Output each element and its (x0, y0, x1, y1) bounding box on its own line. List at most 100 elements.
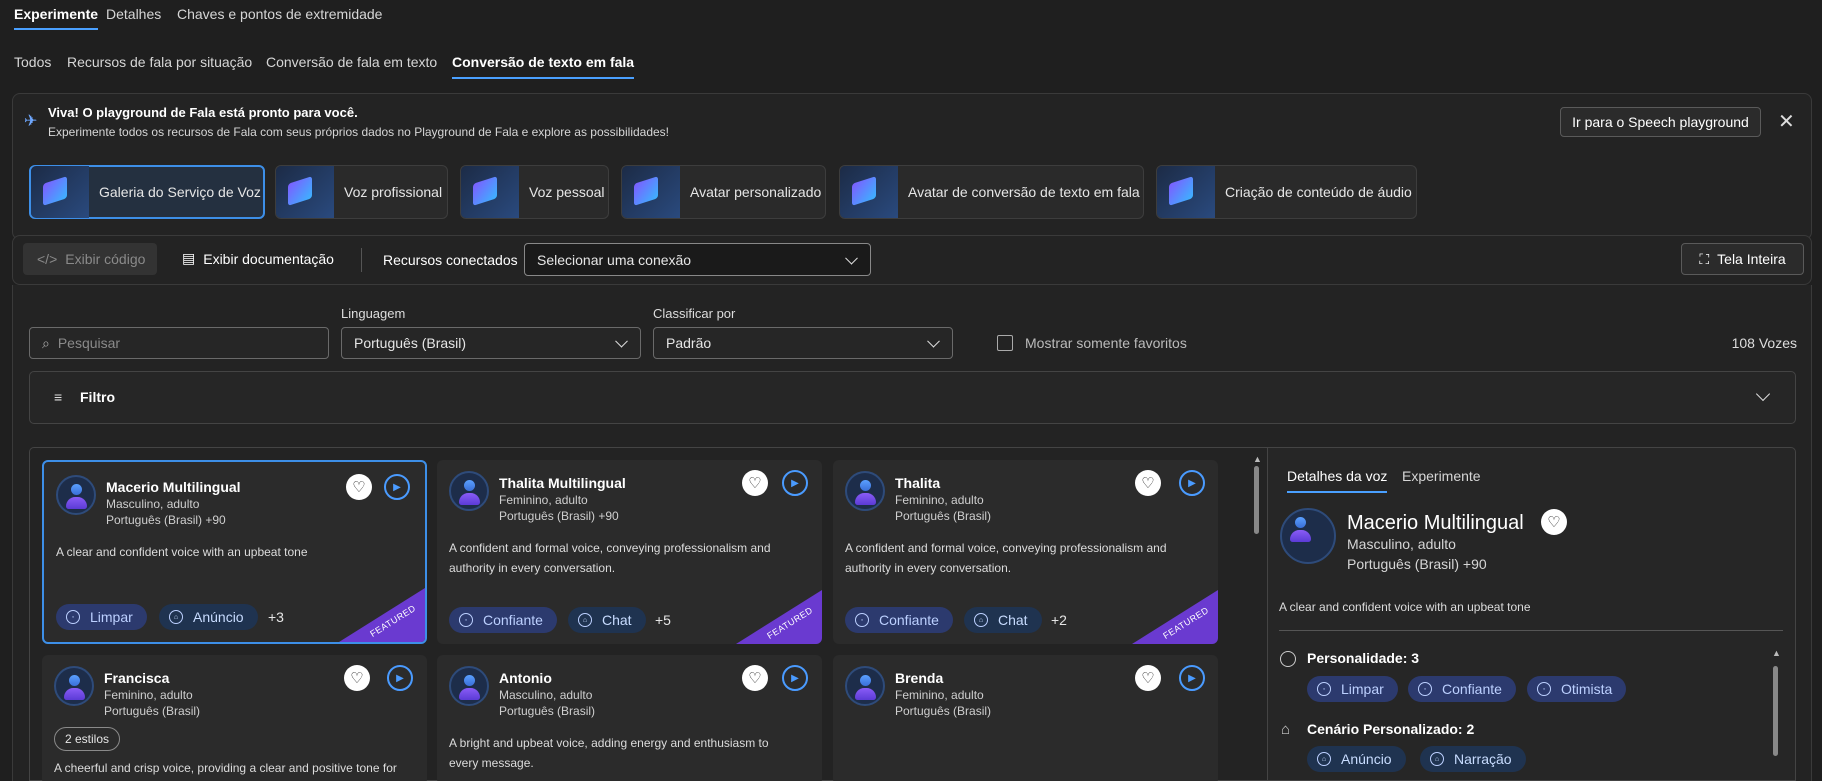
subtab-todos[interactable]: Todos (14, 54, 51, 70)
capability-voz-profissional[interactable]: Voz profissional (275, 165, 448, 219)
featured-label: FEATURED (368, 603, 418, 639)
featured-ribbon: FEATURED (736, 590, 822, 644)
favorite-heart-icon[interactable]: ♡ (742, 665, 768, 691)
code-icon: </> (37, 251, 58, 267)
chevron-down-icon (845, 251, 858, 265)
tab-detalhes[interactable]: Detalhes (106, 6, 161, 22)
voice-name: Antonio (499, 670, 552, 686)
scroll-up-arrow-icon[interactable]: ▲ (1253, 454, 1262, 464)
person-voice-icon: ⌂ (1281, 721, 1291, 738)
voice-locale: Português (Brasil) (104, 704, 201, 718)
capability-label: Avatar personalizado (690, 184, 822, 200)
scrollbar-thumb[interactable] (1254, 466, 1259, 534)
favorite-heart-icon[interactable]: ♡ (1135, 665, 1161, 691)
play-icon[interactable]: ▶ (782, 470, 808, 496)
voice-locale: Português (Brasil) +90 (106, 513, 226, 527)
featured-label: FEATURED (765, 605, 815, 641)
tag-label: Limpar (1341, 681, 1384, 697)
personality-label: Personalidade: 3 (1307, 650, 1420, 666)
tag-label: Limpar (90, 609, 133, 625)
featured-ribbon: FEATURED (1132, 590, 1218, 644)
voz-profissional-thumbnail-icon (276, 166, 334, 218)
capability-criacao-audio[interactable]: Criação de conteúdo de áudio (1156, 165, 1417, 219)
voice-card[interactable]: Thalita Multilingual Feminino, adulto Po… (437, 460, 822, 644)
subtab-texto-fala[interactable]: Conversão de texto em fala (452, 54, 635, 79)
sort-select[interactable]: Padrão (653, 327, 953, 359)
play-icon[interactable]: ▶ (1179, 665, 1205, 691)
voice-name: Brenda (895, 670, 944, 686)
voice-card[interactable]: Macerio Multilingual Masculino, adulto P… (42, 460, 427, 644)
play-icon[interactable]: ▶ (387, 665, 413, 691)
avatar-personalizado-thumbnail-icon (622, 166, 680, 218)
voice-locale: Português (Brasil) (499, 704, 596, 718)
capability-galeria[interactable]: Galeria do Serviço de Voz (29, 165, 265, 219)
tag-narracao: ⌂ Narração (1420, 746, 1526, 772)
banner-title: Viva! O playground de Fala está pronto p… (48, 105, 358, 120)
voice-description: A bright and upbeat voice, adding energy… (449, 736, 769, 770)
voice-avatar (54, 666, 94, 706)
capability-voz-pessoal[interactable]: Voz pessoal (460, 165, 609, 219)
fullscreen-button[interactable]: ⛶ Tela Inteira (1681, 243, 1804, 275)
scroll-up-arrow-icon[interactable]: ▲ (1772, 648, 1781, 658)
voice-card[interactable]: Brenda Feminino, adulto Português (Brasi… (833, 655, 1218, 781)
person-voice-icon: ⌂ (1430, 752, 1444, 766)
capability-avatar-personalizado[interactable]: Avatar personalizado (621, 165, 826, 219)
fullscreen-icon: ⛶ (1699, 250, 1710, 267)
filter-bar[interactable] (29, 371, 1796, 424)
voice-gender: Feminino, adulto (895, 688, 984, 702)
audio-wave-icon: ◦ (1317, 682, 1331, 696)
tab-chaves[interactable]: Chaves e pontos de extremidade (177, 6, 382, 22)
tag-confiante: ◦ Confiante (449, 607, 557, 633)
favorite-heart-icon[interactable]: ♡ (742, 470, 768, 496)
play-icon[interactable]: ▶ (782, 665, 808, 691)
details-locale: Português (Brasil) +90 (1347, 556, 1487, 572)
play-icon[interactable]: ▶ (384, 474, 410, 500)
tab-detalhes-da-voz[interactable]: Detalhes da voz (1287, 468, 1388, 493)
voice-card[interactable]: Francisca Feminino, adulto Português (Br… (42, 655, 427, 781)
favorite-heart-icon[interactable]: ♡ (1135, 470, 1161, 496)
voice-locale: Português (Brasil) +90 (499, 509, 619, 523)
favorites-checkbox[interactable] (997, 335, 1013, 351)
search-input[interactable]: ⌕ Pesquisar (29, 327, 329, 359)
featured-label: FEATURED (1161, 605, 1211, 641)
view-docs-button[interactable]: ▤ Exibir documentação (182, 250, 334, 267)
person-voice-icon: ⌂ (169, 610, 183, 624)
connection-select[interactable]: Selecionar uma conexão (524, 243, 871, 276)
tag-chat: ⌂ Chat (964, 607, 1042, 633)
voice-card[interactable]: Thalita Feminino, adulto Português (Bras… (833, 460, 1218, 644)
tab-experimente-details[interactable]: Experimente (1402, 468, 1481, 484)
voice-avatar (449, 666, 489, 706)
voice-description: A confident and formal voice, conveying … (845, 541, 1167, 575)
tag-label: Otimista (1561, 681, 1613, 697)
criacao-audio-thumbnail-icon (1157, 166, 1215, 218)
tag-confiante: ◦ Confiante (1408, 676, 1516, 702)
tag-label: Confiante (1442, 681, 1502, 697)
favorite-heart-icon[interactable]: ♡ (1541, 509, 1567, 535)
details-scrollbar-thumb[interactable] (1773, 666, 1778, 756)
close-icon[interactable]: ✕ (1778, 109, 1795, 134)
tag-label: Chat (998, 612, 1028, 628)
voice-avatar (1280, 508, 1336, 564)
subtab-fala-texto[interactable]: Conversão de fala em texto (266, 54, 437, 70)
more-tags-count: +5 (655, 612, 671, 628)
sort-label: Classificar por (653, 306, 736, 321)
voice-card[interactable]: Antonio Masculino, adulto Português (Bra… (437, 655, 822, 781)
view-docs-label: Exibir documentação (203, 250, 334, 267)
voice-locale: Português (Brasil) (895, 509, 992, 523)
more-tags-count: +2 (1051, 612, 1067, 628)
play-icon[interactable]: ▶ (1179, 470, 1205, 496)
language-select[interactable]: Português (Brasil) (341, 327, 641, 359)
view-code-label: Exibir código (65, 251, 146, 267)
capability-label: Avatar de conversão de texto em fala (908, 184, 1140, 200)
favorites-label: Mostrar somente favoritos (1025, 335, 1187, 351)
view-code-button[interactable]: </> Exibir código (23, 243, 157, 275)
subtab-recursos[interactable]: Recursos de fala por situação (67, 54, 252, 70)
favorite-heart-icon[interactable]: ♡ (346, 474, 372, 500)
voice-avatar (449, 471, 489, 511)
go-to-playground-button[interactable]: Ir para o Speech playground (1560, 107, 1761, 137)
capability-avatar-conversao[interactable]: Avatar de conversão de texto em fala (839, 165, 1144, 219)
tag-confiante: ◦ Confiante (845, 607, 953, 633)
tab-experimente[interactable]: Experimente (14, 6, 99, 30)
voice-avatar (56, 475, 96, 515)
favorite-heart-icon[interactable]: ♡ (344, 665, 370, 691)
